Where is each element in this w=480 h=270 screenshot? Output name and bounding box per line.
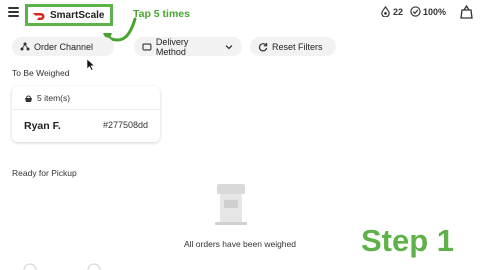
step-label: Step 1 [361,223,455,258]
item-count-label: 5 item(s) [37,93,71,103]
battery-level: 100% [423,6,447,17]
item-count: 5 item(s) [24,93,70,103]
scale-illustration-icon [215,184,247,225]
order-id: #277508dd [102,120,148,130]
mouse-cursor-icon [86,58,96,71]
weight-count: 22 [393,6,404,17]
reset-filters-label: Reset Filters [272,41,323,52]
brand-logo-icon [33,12,45,20]
refresh-icon [258,42,268,51]
reset-filters-button[interactable]: Reset Filters [250,37,336,56]
ready-for-pickup-title: Ready for Pickup [12,168,77,178]
check-circle-icon [410,6,421,17]
weight-counter: 22 [380,6,403,17]
hamburger-icon[interactable] [8,7,19,17]
order-channel-filter[interactable]: Order Channel [12,37,114,56]
delivery-method-filter[interactable]: Delivery Method [134,36,242,57]
customer-name: Ryan F. [24,120,61,132]
order-channel-label: Order Channel [34,41,94,52]
battery-status: 100% [410,6,446,17]
bag-icon [25,95,32,102]
share-nodes-icon [20,42,30,50]
order-card[interactable]: 5 item(s) Ryan F. #277508dd [12,86,160,142]
top-bar: SmartScale Tap 5 times 22 100% [0,0,480,43]
bottom-icons [23,263,101,270]
chevron-down-icon [225,44,233,49]
delivery-method-label: Delivery Method [155,36,189,57]
scale-icon[interactable] [460,5,473,19]
droplet-icon [381,6,390,17]
card-divider [12,109,160,110]
delivery-icon [142,42,152,51]
to-be-weighed-title: To Be Weighed [12,68,70,78]
